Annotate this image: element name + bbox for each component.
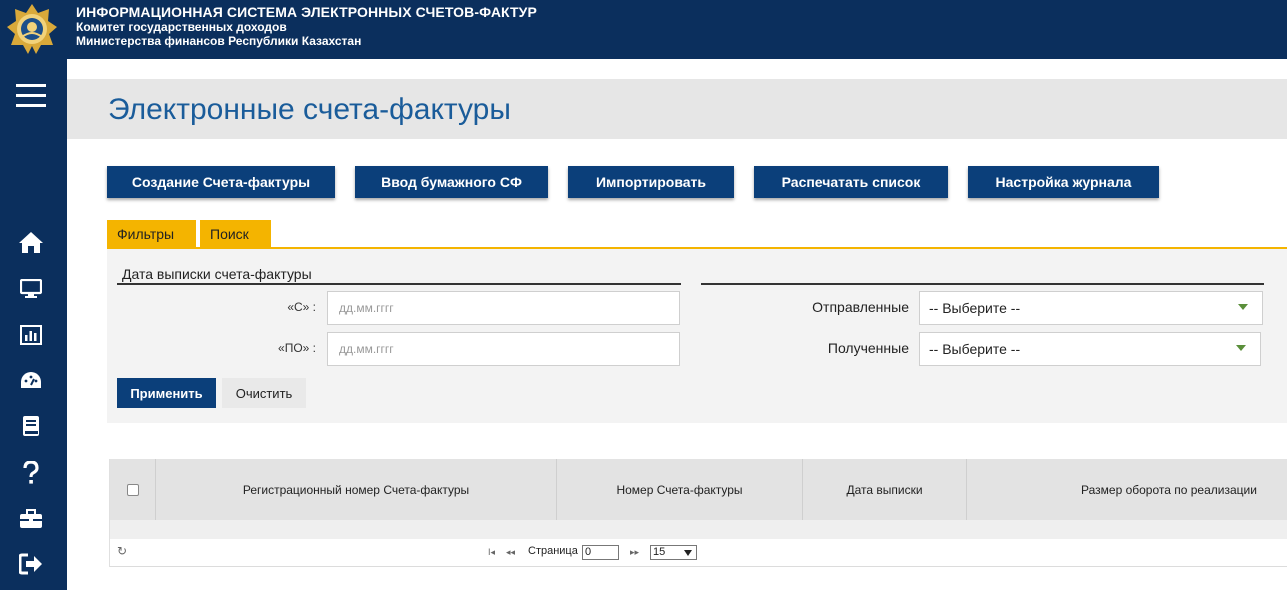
menu-toggle-icon[interactable] xyxy=(16,84,46,107)
date-section-divider xyxy=(117,283,681,285)
page-label: Страница xyxy=(528,545,578,557)
clear-button[interactable]: Очистить xyxy=(222,378,306,408)
chevron-down-icon xyxy=(684,550,692,556)
invoice-table: Регистрационный номер Счета-фактуры Номе… xyxy=(109,459,1287,567)
page-title: Электронные счета-фактуры xyxy=(108,93,511,126)
table-pager: ↻ I◂ ◂◂ Страница 0 ▸▸ 15 xyxy=(110,539,1287,567)
select-all-checkbox[interactable] xyxy=(126,483,139,496)
create-invoice-button[interactable]: Создание Счета-фактуры xyxy=(107,166,335,198)
org-name: Комитет государственных доходов xyxy=(76,20,287,34)
refresh-icon[interactable]: ↻ xyxy=(117,544,127,558)
page-number-input[interactable]: 0 xyxy=(582,545,619,560)
received-label: Полученные xyxy=(827,340,909,356)
next-page-icon[interactable]: ▸▸ xyxy=(630,547,639,558)
book-icon[interactable] xyxy=(17,412,45,440)
sidebar xyxy=(0,59,67,590)
column-invoice-number[interactable]: Номер Счета-фактуры xyxy=(557,459,803,520)
page-header: Электронные счета-фактуры xyxy=(67,79,1287,139)
system-title: ИНФОРМАЦИОННАЯ СИСТЕМА ЭЛЕКТРОННЫХ СЧЕТО… xyxy=(76,4,537,20)
briefcase-icon[interactable] xyxy=(17,505,45,533)
chevron-down-icon xyxy=(1236,345,1246,351)
status-section-divider xyxy=(701,283,1264,285)
date-from-input[interactable]: дд.мм.гггг xyxy=(327,291,680,325)
table-body xyxy=(110,520,1287,539)
apply-button[interactable]: Применить xyxy=(117,378,216,408)
help-icon[interactable] xyxy=(17,459,45,487)
rows-per-page-select[interactable]: 15 xyxy=(650,545,697,560)
table-header: Регистрационный номер Счета-фактуры Номе… xyxy=(110,459,1287,520)
emblem-logo xyxy=(6,3,58,55)
sent-label: Отправленные xyxy=(812,299,909,315)
chart-icon[interactable] xyxy=(17,321,45,349)
logout-icon[interactable] xyxy=(17,550,45,578)
date-to-input[interactable]: дд.мм.гггг xyxy=(327,332,680,366)
sent-select-value: -- Выберите -- xyxy=(929,300,1021,316)
ministry-name: Министерства финансов Республики Казахст… xyxy=(76,34,362,48)
tab-filters[interactable]: Фильтры xyxy=(107,220,196,248)
received-select-value: -- Выберите -- xyxy=(929,341,1021,357)
sent-select[interactable]: -- Выберите -- xyxy=(919,291,1263,325)
column-turnover[interactable]: Размер оборота по реализации xyxy=(967,459,1287,520)
received-select[interactable]: -- Выберите -- xyxy=(919,332,1261,366)
import-button[interactable]: Импортировать xyxy=(568,166,734,198)
prev-page-icon[interactable]: ◂◂ xyxy=(506,547,515,558)
journal-settings-button[interactable]: Настройка журнала xyxy=(968,166,1159,198)
tab-search[interactable]: Поиск xyxy=(200,220,271,248)
select-all-cell xyxy=(110,459,156,520)
home-icon[interactable] xyxy=(17,228,45,256)
first-page-icon[interactable]: I◂ xyxy=(488,547,495,558)
rows-per-page-value: 15 xyxy=(653,546,666,558)
chevron-down-icon xyxy=(1238,304,1248,310)
print-list-button[interactable]: Распечатать список xyxy=(754,166,948,198)
column-issue-date[interactable]: Дата выписки xyxy=(803,459,967,520)
top-header: ИНФОРМАЦИОННАЯ СИСТЕМА ЭЛЕКТРОННЫХ СЧЕТО… xyxy=(0,0,1287,59)
date-to-label: «ПО» : xyxy=(278,341,316,355)
paper-invoice-button[interactable]: Ввод бумажного СФ xyxy=(355,166,548,198)
monitor-icon[interactable] xyxy=(17,275,45,303)
dashboard-icon[interactable] xyxy=(17,367,45,395)
date-from-label: «С» : xyxy=(287,300,316,314)
column-reg-number[interactable]: Регистрационный номер Счета-фактуры xyxy=(156,459,557,520)
date-section-label: Дата выписки счета-фактуры xyxy=(122,266,312,282)
